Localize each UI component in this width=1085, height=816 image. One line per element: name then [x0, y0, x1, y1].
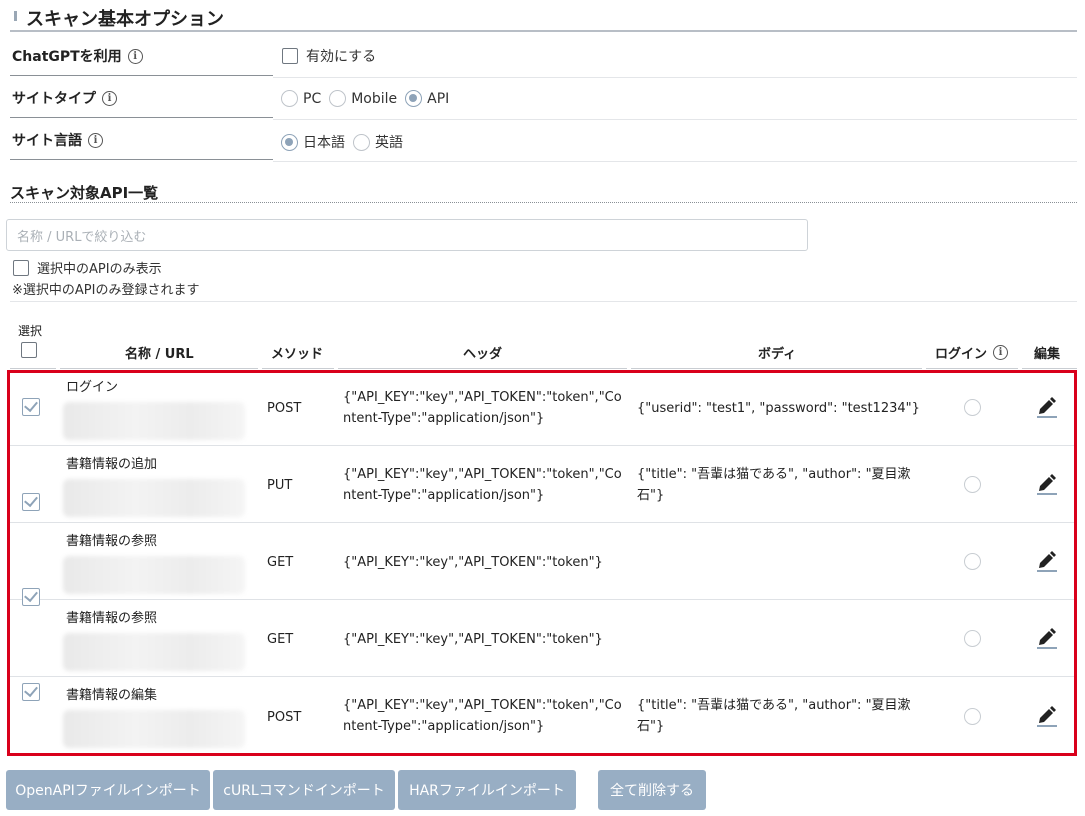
api-url-redacted: [63, 556, 245, 594]
info-icon[interactable]: i: [88, 132, 103, 148]
api-method: POST: [267, 710, 302, 725]
api-url-redacted: [63, 710, 245, 748]
info-icon[interactable]: i: [102, 90, 117, 106]
api-url-redacted: [63, 402, 245, 440]
site-type-radio-group: PC Mobile API: [281, 90, 457, 107]
selection-note: ※選択中のAPIのみ登録されます: [12, 283, 200, 298]
radio-mobile[interactable]: Mobile: [329, 90, 397, 107]
column-header-method: メソッド: [271, 347, 324, 362]
row-divider: [273, 77, 1077, 78]
label-underline: [10, 75, 273, 76]
api-filter-input[interactable]: 名称 / URLで絞り込む: [6, 219, 808, 251]
header-underline: [338, 368, 627, 369]
row-separator: [10, 599, 1074, 600]
section-title-api-list: スキャン対象API一覧: [10, 184, 159, 202]
api-body: {"title": "吾輩は猫である", "author": "夏目漱石"}: [637, 698, 911, 734]
api-url-redacted: [63, 479, 245, 517]
pencil-icon: [1037, 628, 1057, 649]
openapi-import-button[interactable]: OpenAPIファイルインポート: [6, 770, 210, 810]
login-radio[interactable]: [964, 399, 981, 416]
radio-pc[interactable]: PC: [281, 90, 321, 107]
api-name: 書籍情報の参照: [66, 534, 158, 549]
column-header-name: 名称 / URL: [125, 347, 194, 362]
api-url-redacted: [63, 633, 245, 671]
api-method: PUT: [267, 478, 293, 493]
column-header-select: 選択: [18, 324, 43, 338]
api-name: ログイン: [66, 380, 119, 395]
row-select-checkbox[interactable]: [22, 683, 40, 701]
edit-button[interactable]: [1036, 704, 1058, 732]
info-icon[interactable]: i: [993, 345, 1009, 360]
row-divider: [10, 301, 1077, 302]
edit-button[interactable]: [1036, 549, 1058, 577]
chatgpt-label: ChatGPTを利用 i: [12, 46, 143, 66]
select-all-checkbox[interactable]: [21, 342, 37, 358]
radio-english[interactable]: 英語: [353, 132, 403, 152]
site-language-radio-group: 日本語 英語: [281, 132, 411, 152]
show-selected-toggle[interactable]: 選択中のAPIのみ表示: [13, 258, 162, 277]
row-select-checkbox[interactable]: [22, 398, 40, 416]
edit-button[interactable]: [1036, 626, 1058, 654]
api-method: GET: [267, 555, 294, 570]
filter-placeholder: 名称 / URLで絞り込む: [17, 229, 147, 245]
api-name: 書籍情報の編集: [66, 688, 158, 703]
header-underline: [1022, 368, 1077, 369]
column-header-edit: 編集: [1034, 347, 1061, 362]
pencil-icon: [1037, 706, 1057, 727]
column-header-header: ヘッダ: [463, 347, 503, 362]
section-title-scan-options: スキャン基本オプション: [26, 9, 224, 30]
row-separator: [10, 445, 1074, 446]
row-separator: [10, 676, 1074, 677]
section-divider: [10, 30, 1077, 32]
site-type-label: サイトタイプ i: [12, 88, 117, 108]
label-underline: [10, 117, 273, 118]
row-select-checkbox[interactable]: [22, 493, 40, 511]
chatgpt-checkbox-label: 有効にする: [306, 49, 377, 65]
login-radio[interactable]: [964, 476, 981, 493]
api-header: {"API_KEY":"key","API_TOKEN":"token","Co…: [343, 467, 622, 503]
api-name: 書籍情報の追加: [66, 457, 158, 472]
header-underline: [10, 368, 56, 369]
delete-all-button[interactable]: 全て削除する: [598, 770, 706, 810]
row-select-checkbox[interactable]: [22, 588, 40, 606]
row-separator: [10, 522, 1074, 523]
pencil-icon: [1037, 551, 1057, 572]
api-header: {"API_KEY":"key","API_TOKEN":"token"}: [343, 555, 603, 570]
radio-japanese[interactable]: 日本語: [281, 132, 345, 152]
pencil-icon: [1037, 474, 1057, 495]
header-underline: [262, 368, 334, 369]
header-underline: [926, 368, 1018, 369]
api-method: POST: [267, 401, 302, 416]
show-selected-label: 選択中のAPIのみ表示: [37, 262, 162, 277]
login-radio[interactable]: [964, 708, 981, 725]
edit-button[interactable]: [1036, 472, 1058, 500]
radio-api[interactable]: API: [405, 90, 449, 107]
login-radio[interactable]: [964, 630, 981, 647]
header-underline: [60, 368, 258, 369]
info-icon[interactable]: i: [127, 48, 143, 64]
api-method: GET: [267, 632, 294, 647]
api-name: 書籍情報の参照: [66, 611, 158, 626]
row-divider: [273, 161, 1077, 162]
edit-button[interactable]: [1036, 395, 1058, 423]
pencil-icon: [1037, 397, 1057, 418]
column-header-login: ログイン i: [935, 343, 1009, 362]
login-radio[interactable]: [964, 553, 981, 570]
column-header-body: ボディ: [758, 347, 797, 362]
har-import-button[interactable]: HARファイルインポート: [398, 770, 576, 810]
chatgpt-toggle[interactable]: 有効にする: [282, 46, 376, 66]
show-selected-checkbox[interactable]: [13, 259, 29, 276]
row-divider: [273, 119, 1077, 120]
header-underline: [631, 368, 922, 369]
curl-import-button[interactable]: cURLコマンドインポート: [213, 770, 395, 810]
api-body: {"userid": "test1", "password": "test123…: [637, 401, 920, 416]
api-body: {"title": "吾輩は猫である", "author": "夏目漱石"}: [637, 467, 911, 503]
section-divider: [10, 202, 1077, 203]
chatgpt-checkbox[interactable]: [282, 48, 298, 64]
api-header: {"API_KEY":"key","API_TOKEN":"token","Co…: [343, 698, 622, 734]
api-header: {"API_KEY":"key","API_TOKEN":"token"}: [343, 632, 603, 647]
label-underline: [10, 159, 273, 160]
site-language-label: サイト言語 i: [12, 130, 103, 150]
api-header: {"API_KEY":"key","API_TOKEN":"token","Co…: [343, 390, 622, 426]
